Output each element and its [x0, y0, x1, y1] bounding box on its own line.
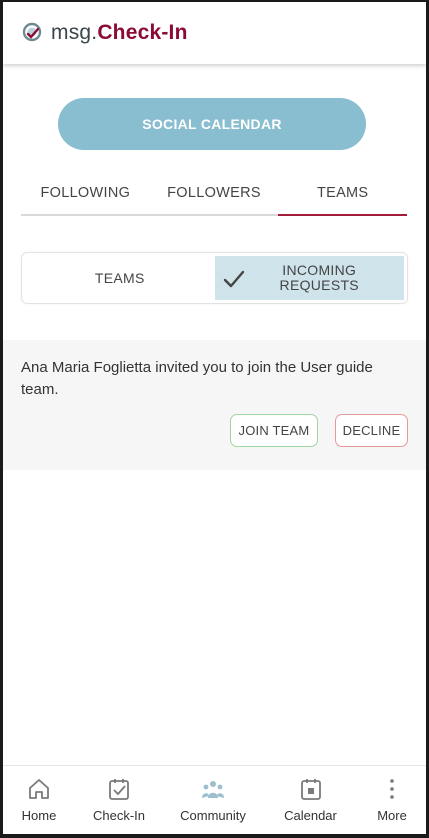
join-team-button[interactable]: JOIN TEAM [230, 414, 318, 447]
nav-checkin-label: Check-In [92, 808, 146, 823]
logo-icon [22, 22, 42, 42]
segment-incoming-requests-label: INCOMING REQUESTS [279, 262, 359, 293]
community-icon [202, 781, 224, 798]
home-icon [29, 779, 49, 799]
segment-teams-label: TEAMS [94, 270, 145, 286]
teams-segmented-control: TEAMS INCOMING REQUESTS [21, 252, 408, 304]
tab-followers[interactable]: FOLLOWERS [150, 178, 279, 214]
segment-incoming-requests[interactable]: INCOMING REQUESTS [214, 256, 404, 300]
checkmark-icon [223, 270, 244, 288]
nav-community[interactable]: Community [163, 766, 263, 834]
team-invitation-card: Ana Maria Foglietta invited you to join … [3, 340, 426, 470]
nav-home-label: Home [21, 808, 57, 823]
nav-calendar[interactable]: Calendar [263, 766, 358, 834]
app-screen: msg.Check-In SOCIAL CALENDAR FOLLOWING F… [3, 2, 426, 834]
calendar-icon [300, 779, 321, 800]
nav-checkin[interactable]: Check-In [75, 766, 163, 834]
decline-button[interactable]: DECLINE [335, 414, 408, 447]
nav-more[interactable]: More [358, 766, 426, 834]
logo-prefix: msg. [51, 21, 98, 44]
logo-brand: Check-In [97, 21, 188, 44]
invitation-text: Ana Maria Foglietta invited you to join … [21, 359, 373, 398]
app-logo: msg.Check-In [51, 21, 188, 45]
nav-more-label: More [377, 808, 407, 823]
nav-calendar-label: Calendar [284, 808, 337, 823]
segment-teams[interactable]: TEAMS [25, 256, 215, 300]
tab-teams[interactable]: TEAMS [278, 178, 407, 216]
bottom-navigation: Home Check-In Community Calendar More [3, 765, 426, 834]
app-header: msg.Check-In [3, 2, 426, 64]
social-calendar-button[interactable]: SOCIAL CALENDAR [58, 98, 366, 150]
nav-community-label: Community [180, 808, 246, 823]
community-tabs: FOLLOWING FOLLOWERS TEAMS [21, 178, 407, 216]
tab-following[interactable]: FOLLOWING [21, 178, 150, 214]
more-icon [390, 779, 394, 799]
nav-home[interactable]: Home [3, 766, 75, 834]
checkin-icon [109, 779, 129, 800]
